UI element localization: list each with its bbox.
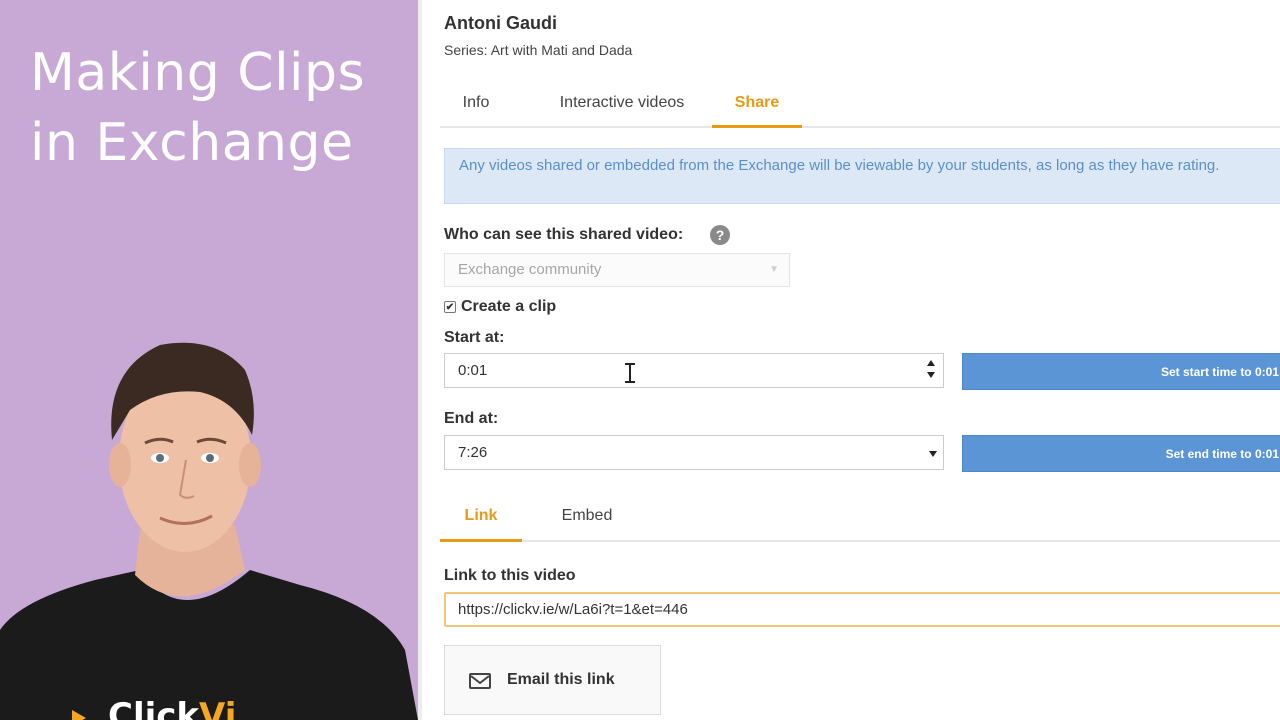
- brand-logo: ClickVi: [72, 696, 272, 720]
- tab-interactive-videos[interactable]: Interactive videos: [532, 84, 712, 128]
- video-series: Series: Art with Mati and Dada: [444, 42, 633, 58]
- promo-panel: Making Clips in Exchange ClickVi: [0, 0, 418, 720]
- end-at-label: End at:: [444, 410, 499, 427]
- share-panel: Antoni Gaudi Series: Art with Mati and D…: [418, 0, 1280, 720]
- dropdown-arrow-icon: [929, 451, 937, 457]
- brand-arrow-icon: [72, 710, 86, 720]
- promo-title-line1: Making Clips: [30, 43, 366, 103]
- text-cursor-icon: [624, 362, 636, 384]
- info-alert: Any videos shared or embedded from the E…: [444, 148, 1280, 204]
- brand-word: Click: [108, 696, 200, 720]
- chevron-down-icon: ▼: [769, 264, 779, 275]
- end-time-value: 7:26: [458, 444, 488, 461]
- link-url-input[interactable]: https://clickv.ie/w/La6i?t=1&et=446: [444, 592, 1280, 627]
- share-method-tabs: Link Embed: [440, 496, 1280, 542]
- start-at-label: Start at:: [444, 329, 505, 346]
- create-clip-checkbox[interactable]: ✔ Create a clip: [444, 298, 556, 316]
- video-title: Antoni Gaudi: [444, 13, 557, 33]
- end-time-select[interactable]: 7:26: [444, 435, 944, 470]
- visibility-select[interactable]: Exchange community ▼: [444, 253, 790, 287]
- promo-title-line2: in Exchange: [30, 113, 354, 173]
- set-end-time-button[interactable]: Set end time to 0:01: [962, 435, 1280, 472]
- checkbox-check-icon[interactable]: ✔: [444, 301, 456, 313]
- email-link-button[interactable]: Email this link: [444, 645, 661, 715]
- tab-share[interactable]: Share: [712, 84, 802, 128]
- set-start-time-button[interactable]: Set start time to 0:01: [962, 353, 1280, 390]
- spinner-arrows-icon[interactable]: [927, 359, 937, 381]
- tab-info[interactable]: Info: [440, 84, 512, 128]
- email-link-label: Email this link: [507, 671, 615, 688]
- create-clip-label: Create a clip: [461, 298, 557, 315]
- visibility-selected: Exchange community: [458, 261, 602, 278]
- question-circle-icon[interactable]: ?: [710, 225, 730, 245]
- start-time-value: 0:01: [458, 362, 488, 379]
- presenter-photo: [0, 342, 418, 720]
- envelope-icon: [469, 673, 491, 689]
- link-label: Link to this video: [444, 567, 576, 584]
- brand-accent: Vi: [199, 696, 237, 720]
- promo-title: Making Clips in Exchange: [30, 38, 410, 178]
- visibility-label: Who can see this shared video:: [444, 226, 684, 243]
- video-tabs: Info Interactive videos Share: [440, 84, 1280, 128]
- tab-embed[interactable]: Embed: [532, 496, 642, 542]
- tab-link[interactable]: Link: [440, 496, 522, 542]
- start-time-input[interactable]: 0:01: [444, 353, 944, 388]
